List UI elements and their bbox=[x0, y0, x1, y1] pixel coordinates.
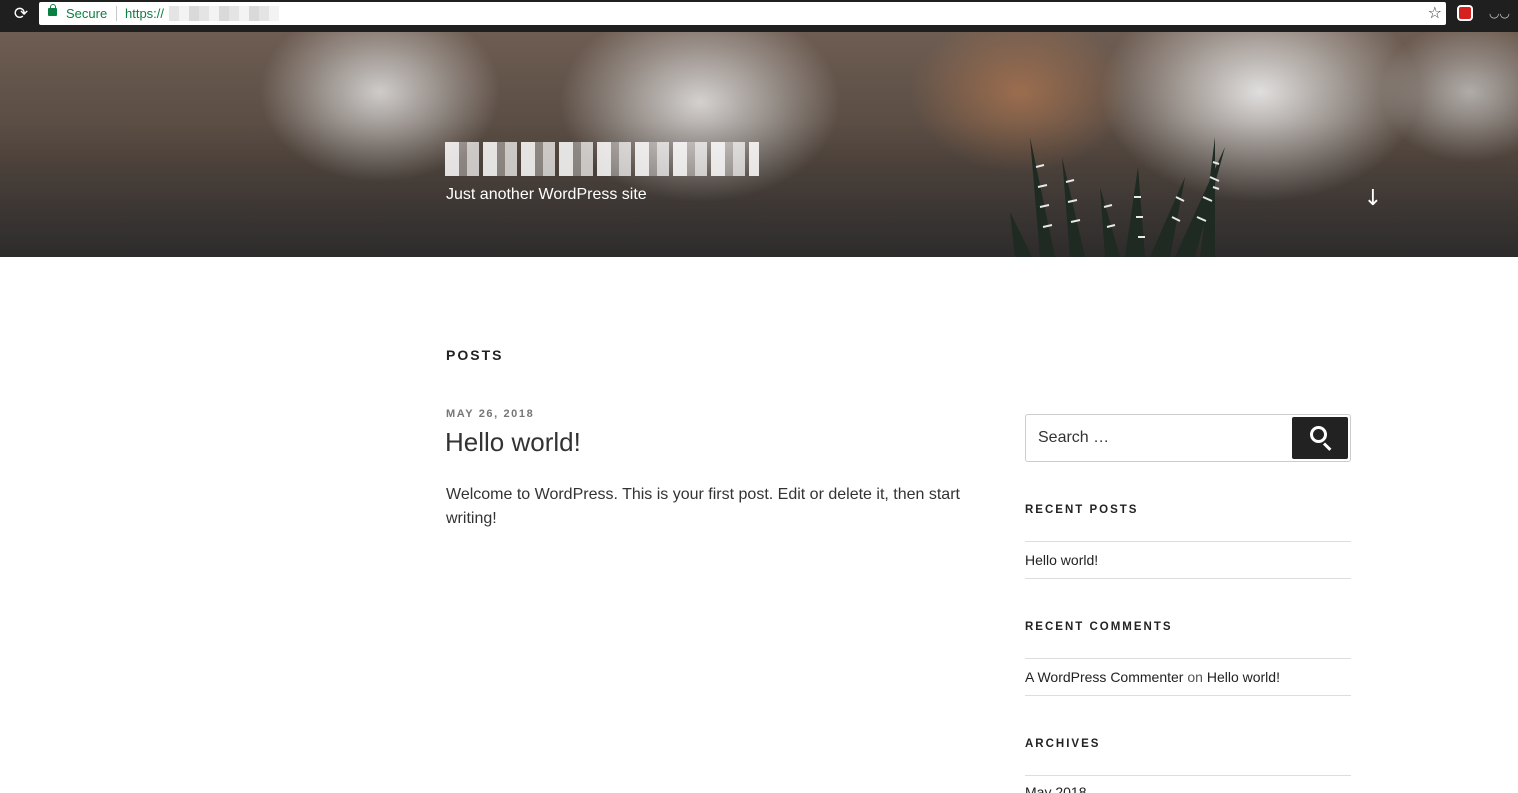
site-title-redacted[interactable] bbox=[445, 142, 759, 176]
recent-posts-list: Hello world! bbox=[1025, 541, 1351, 579]
search-icon-handle bbox=[1322, 442, 1332, 451]
archive-link[interactable]: May 2018 bbox=[1025, 776, 1351, 793]
site-header: Just another WordPress site ↓ bbox=[0, 32, 1518, 257]
adblock-extension-icon[interactable] bbox=[1457, 5, 1473, 21]
search-icon bbox=[1310, 426, 1327, 443]
archives-list: May 2018 bbox=[1025, 775, 1351, 793]
comment-on-label: on bbox=[1187, 669, 1203, 685]
plant-image bbox=[1010, 137, 1225, 257]
search-form bbox=[1025, 414, 1351, 462]
lock-icon bbox=[48, 4, 57, 16]
recent-comments-list: A WordPress Commenter on Hello world! bbox=[1025, 658, 1351, 696]
address-bar[interactable]: Secure https:// ☆ bbox=[39, 2, 1446, 25]
star-icon[interactable]: ☆ bbox=[1428, 3, 1442, 22]
comment-author-link[interactable]: A WordPress Commenter bbox=[1025, 669, 1183, 685]
secure-label: Secure bbox=[66, 6, 108, 21]
post-date[interactable]: MAY 26, 2018 bbox=[446, 408, 534, 420]
comment-post-link[interactable]: Hello world! bbox=[1207, 669, 1280, 685]
post-excerpt: Welcome to WordPress. This is your first… bbox=[446, 486, 960, 527]
post-title-link[interactable]: Hello world! bbox=[445, 427, 581, 458]
url-text[interactable]: https:// bbox=[125, 5, 164, 22]
reload-icon[interactable]: ⟳ bbox=[11, 4, 31, 24]
recent-comment-item: A WordPress Commenter on Hello world! bbox=[1025, 659, 1351, 695]
recent-post-link[interactable]: Hello world! bbox=[1025, 542, 1351, 578]
url-divider bbox=[116, 6, 117, 21]
url-redacted bbox=[169, 6, 279, 21]
recent-posts-title: RECENT POSTS bbox=[1025, 504, 1139, 516]
extension-icon[interactable]: ◡◡ bbox=[1489, 6, 1510, 20]
browser-toolbar: ⟳ Secure https:// ☆ ◡◡ bbox=[0, 0, 1518, 32]
arrow-down-icon[interactable]: ↓ bbox=[1362, 186, 1384, 212]
recent-comments-title: RECENT COMMENTS bbox=[1025, 621, 1173, 633]
search-button[interactable] bbox=[1292, 417, 1348, 459]
archives-title: ARCHIVES bbox=[1025, 738, 1101, 750]
page-title: POSTS bbox=[446, 347, 504, 363]
site-tagline: Just another WordPress site bbox=[446, 186, 647, 203]
search-input[interactable] bbox=[1026, 415, 1292, 461]
